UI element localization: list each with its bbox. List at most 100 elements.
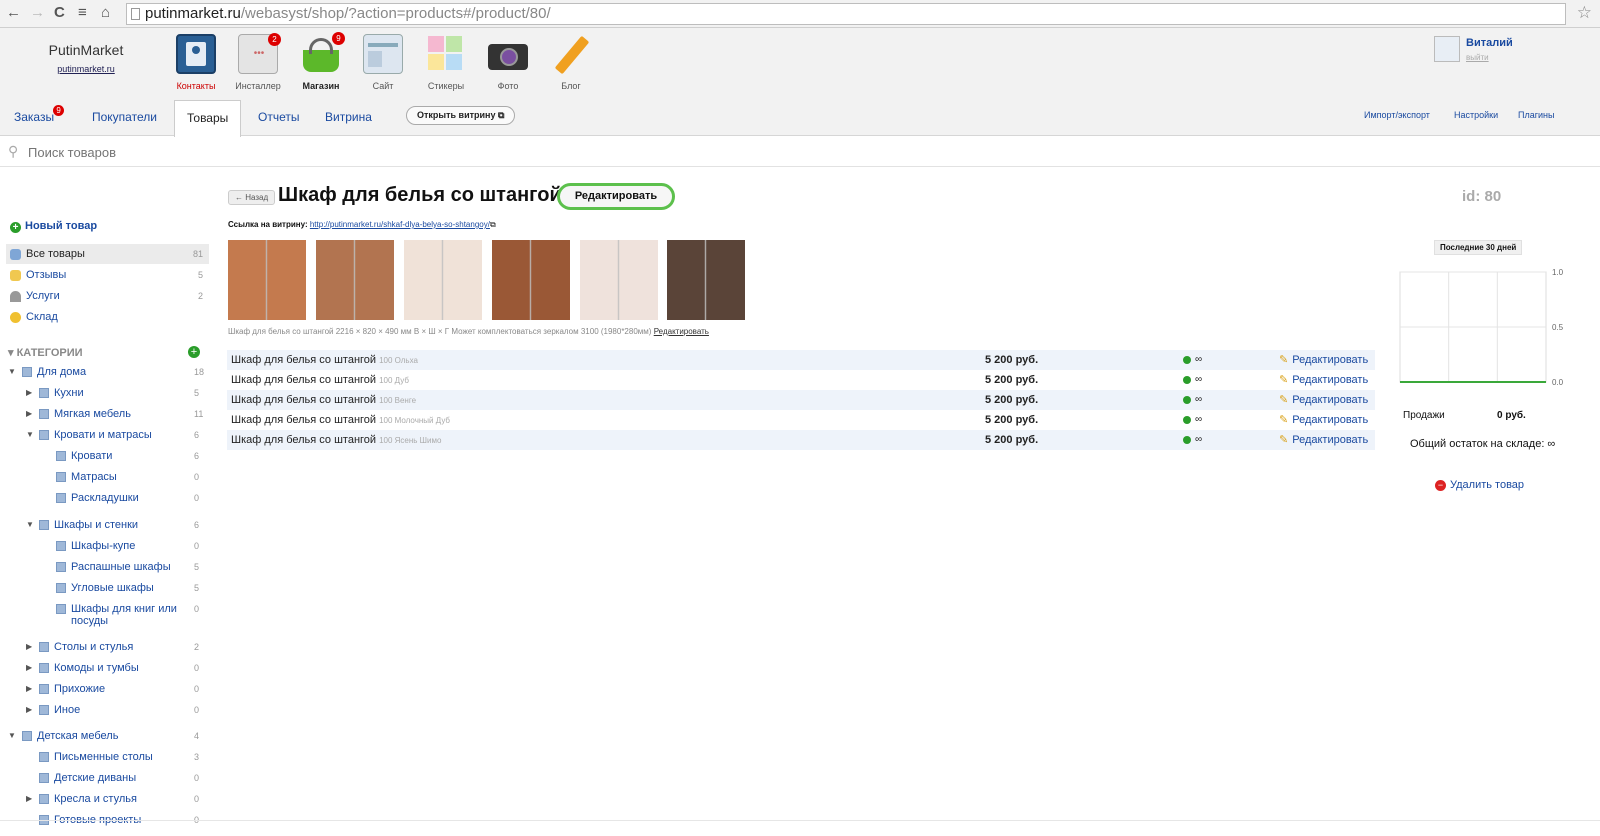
category-item[interactable]: Распашные шкафы 5 <box>0 560 212 574</box>
category-item[interactable]: ▶ Комоды и тумбы 0 <box>0 661 212 675</box>
category-count: 2 <box>194 642 200 652</box>
menu-icon[interactable]: ≡ <box>78 4 87 22</box>
tab-customers[interactable]: Покупатели <box>92 110 157 124</box>
app-site[interactable]: Сайт <box>351 34 415 91</box>
variant-title: Шкаф для белья со штангой <box>231 434 377 446</box>
tab-storefront[interactable]: Витрина <box>325 110 372 124</box>
category-item[interactable]: ▶ Мягкая мебель 11 <box>0 407 212 421</box>
edit-description-link[interactable]: Редактировать <box>654 327 709 336</box>
back-icon[interactable]: ← <box>6 4 21 22</box>
product-image[interactable] <box>404 240 482 320</box>
expand-arrow-icon[interactable]: ▶ <box>26 703 32 717</box>
tab-orders[interactable]: Заказы 9 <box>14 105 65 124</box>
product-image[interactable] <box>492 240 570 320</box>
category-item[interactable]: ▶ Столы и стулья 2 <box>0 640 212 654</box>
edit-variant-link[interactable]: ✎ Редактировать <box>1279 430 1368 450</box>
notification-badge: 2 <box>268 33 281 46</box>
storefront-link-row: Ссылка на витрину: http://putinmarket.ru… <box>228 220 496 230</box>
category-item[interactable]: ▼ Детская мебель 4 <box>0 729 212 743</box>
category-item[interactable]: ▶ Прихожие 0 <box>0 682 212 696</box>
user-name-link[interactable]: Виталий <box>1466 37 1513 49</box>
edit-product-button[interactable]: Редактировать <box>557 183 675 210</box>
category-item[interactable]: ▼ Для дома 18 <box>0 365 212 379</box>
total-stock: Общий остаток на складе: ∞ <box>1410 438 1556 450</box>
product-image[interactable] <box>667 240 745 320</box>
category-item[interactable]: ▶ Кухни 5 <box>0 386 212 400</box>
folder-icon <box>56 583 66 593</box>
category-item[interactable]: Угловые шкафы 5 <box>0 581 212 595</box>
period-selector[interactable]: Последние 30 дней <box>1434 240 1523 255</box>
category-item[interactable]: ▼ Кровати и матрасы 6 <box>0 428 212 442</box>
expand-arrow-icon[interactable]: ▼ <box>8 729 16 743</box>
reload-icon[interactable]: C <box>54 4 65 22</box>
product-image[interactable] <box>228 240 306 320</box>
category-item[interactable]: ▶ Кресла и стулья 0 <box>0 792 212 806</box>
folder-icon <box>39 388 49 398</box>
sidebar-item-all-products[interactable]: Все товары 81 <box>6 244 209 264</box>
tab-products[interactable]: Товары <box>174 100 242 137</box>
expand-arrow-icon[interactable]: ▶ <box>26 640 32 654</box>
import-export-link[interactable]: Импорт/экспорт <box>1364 110 1430 120</box>
app-stickers[interactable]: Стикеры <box>414 34 478 91</box>
address-bar[interactable]: putinmarket.ru/webasyst/shop/?action=pro… <box>126 3 1566 25</box>
plugins-link[interactable]: Плагины <box>1518 110 1554 120</box>
browser-toolbar: ← → C ≡ ⌂ putinmarket.ru/webasyst/shop/?… <box>0 0 1600 28</box>
category-item[interactable]: Шкафы-купе 0 <box>0 539 212 553</box>
variant-title: Шкаф для белья со штангой <box>231 374 377 386</box>
back-button[interactable]: ← Назад <box>228 190 276 205</box>
expand-arrow-icon[interactable]: ▼ <box>26 518 34 532</box>
category-item[interactable]: Детские диваны 0 <box>0 771 212 785</box>
search-input[interactable] <box>28 141 628 163</box>
edit-variant-link[interactable]: ✎ Редактировать <box>1279 410 1368 430</box>
divider <box>0 820 1600 821</box>
product-image[interactable] <box>580 240 658 320</box>
product-image[interactable] <box>316 240 394 320</box>
edit-variant-link[interactable]: ✎ Редактировать <box>1279 350 1368 370</box>
table-row: Шкаф для белья со штангой 100 Ольха 5 200… <box>227 350 1375 370</box>
expand-arrow-icon[interactable]: ▶ <box>26 792 32 806</box>
category-item[interactable]: Матрасы 0 <box>0 470 212 484</box>
app-blog[interactable]: Блог <box>539 34 603 91</box>
category-item[interactable]: Письменные столы 3 <box>0 750 212 764</box>
category-item[interactable]: Шкафы для книг или посуды 0 <box>0 602 212 630</box>
delete-product-link[interactable]: − Удалить товар <box>1435 479 1524 491</box>
bookmark-star-icon[interactable]: ☆ <box>1577 3 1592 23</box>
logout-link[interactable]: выйти <box>1466 53 1489 62</box>
storefront-url-link[interactable]: http://putinmarket.ru/shkaf-dlya-belya-s… <box>310 220 490 229</box>
app-shop[interactable]: 9 Магазин <box>289 32 353 91</box>
app-photo[interactable]: Фото <box>476 34 540 91</box>
edit-variant-link[interactable]: ✎ Редактировать <box>1279 390 1368 410</box>
category-item[interactable]: ▶ Иное 0 <box>0 703 212 717</box>
sidebar-item-stock[interactable]: Склад <box>6 307 209 327</box>
expand-arrow-icon[interactable]: ▶ <box>26 682 32 696</box>
products-icon <box>10 249 21 260</box>
add-category-button[interactable]: + <box>188 346 200 358</box>
variant-title: Шкаф для белья со штангой <box>231 414 377 426</box>
forward-icon[interactable]: → <box>30 4 45 22</box>
expand-arrow-icon[interactable]: ▼ <box>8 365 16 379</box>
app-contacts[interactable]: Контакты <box>164 34 228 91</box>
new-product-link[interactable]: + Новый товар <box>10 220 97 233</box>
external-link-icon[interactable]: ⧉ <box>490 220 496 229</box>
edit-variant-link[interactable]: ✎ Редактировать <box>1279 370 1368 390</box>
expand-arrow-icon[interactable]: ▶ <box>26 386 32 400</box>
brand-url-link[interactable]: putinmarket.ru <box>46 64 126 74</box>
app-installer[interactable]: ••• 2 Инсталлер <box>226 33 290 91</box>
home-icon[interactable]: ⌂ <box>101 4 110 22</box>
category-label: Для дома <box>37 366 87 378</box>
expand-arrow-icon[interactable]: ▶ <box>26 661 32 675</box>
settings-link[interactable]: Настройки <box>1454 110 1498 120</box>
tab-reports[interactable]: Отчеты <box>258 110 299 124</box>
expand-arrow-icon[interactable]: ▶ <box>26 407 32 421</box>
expand-arrow-icon[interactable]: ▼ <box>26 428 34 442</box>
sidebar-item-services[interactable]: Услуги 2 <box>6 286 209 306</box>
category-label-line2: посуды <box>71 615 109 627</box>
folder-icon <box>39 705 49 715</box>
main-tabs: Заказы 9 Покупатели Товары Отчеты Витрина… <box>0 100 1600 137</box>
avatar[interactable] <box>1434 36 1460 62</box>
open-storefront-button[interactable]: Открыть витрину ⧉ <box>406 106 516 125</box>
sidebar-item-reviews[interactable]: Отзывы 5 <box>6 265 209 285</box>
category-item[interactable]: ▼ Шкафы и стенки 6 <box>0 518 212 532</box>
category-item[interactable]: Кровати 6 <box>0 449 212 463</box>
category-item[interactable]: Раскладушки 0 <box>0 491 212 505</box>
